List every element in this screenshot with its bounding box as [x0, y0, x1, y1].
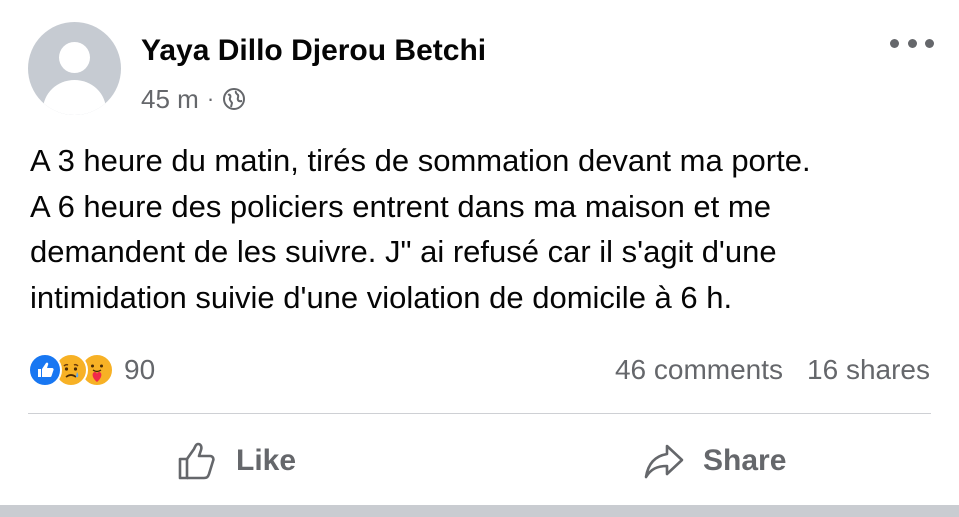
feed-separator — [0, 505, 959, 517]
post-text-line: demandent de les suivre. J" ai refusé ca… — [30, 234, 777, 269]
like-button[interactable]: Like — [176, 436, 296, 486]
reactions-summary[interactable]: 90 — [28, 352, 155, 388]
divider — [28, 413, 931, 414]
post-time[interactable]: 45 m — [141, 84, 199, 115]
more-dot — [890, 38, 899, 48]
share-button-label: Share — [703, 444, 787, 477]
globe-icon[interactable] — [222, 87, 246, 111]
post-stats: 46 comments 16 shares — [615, 352, 930, 388]
more-options-icon[interactable] — [890, 28, 934, 58]
share-button[interactable]: Share — [643, 436, 786, 486]
post-text: A 3 heure du matin, tirés de sommation d… — [30, 138, 945, 320]
more-dot — [925, 38, 934, 48]
avatar-shoulders-shape — [43, 80, 106, 115]
more-dot — [907, 38, 917, 48]
author-name[interactable]: Yaya Dillo Djerou Betchi — [141, 34, 486, 68]
meta-separator: · — [206, 86, 215, 111]
shares-count[interactable]: 16 shares — [807, 354, 930, 386]
reaction-count: 90 — [124, 354, 156, 385]
post-text-line: intimidation suivie d'une violation de d… — [30, 279, 733, 315]
post-text-line: A 6 heure des policiers entrent dans ma … — [30, 188, 771, 224]
like-reaction-icon — [28, 353, 62, 387]
post-text-line: A 3 heure du matin, tirés de sommation d… — [30, 143, 811, 178]
post-meta: 45 m · — [141, 84, 246, 114]
comments-count[interactable]: 46 comments — [615, 354, 783, 386]
like-icon — [178, 442, 215, 480]
author-avatar[interactable] — [28, 22, 121, 115]
post-card: Yaya Dillo Djerou Betchi 45 m · A 3 heur… — [0, 0, 959, 505]
share-icon — [644, 444, 684, 479]
like-button-label: Like — [236, 444, 297, 477]
avatar-head-shape — [59, 42, 90, 73]
